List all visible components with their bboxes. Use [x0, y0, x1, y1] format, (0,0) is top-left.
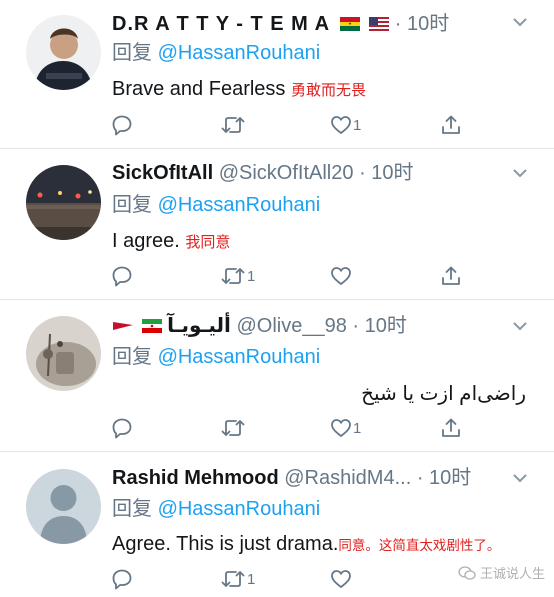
mention-link[interactable]: @HassanRouhani	[158, 498, 321, 520]
share-icon	[442, 418, 460, 437]
translation-annotation: 勇敢而无畏	[290, 81, 366, 99]
share-icon	[442, 115, 460, 134]
tweet-text-content: I agree.	[112, 230, 180, 252]
tweet-actions: 1	[0, 415, 554, 441]
reply-icon	[112, 569, 132, 590]
reply-button[interactable]	[111, 566, 134, 592]
usa-flag-icon	[369, 13, 390, 31]
reply-button[interactable]	[111, 263, 134, 289]
reply-button[interactable]	[111, 415, 134, 441]
separator: ·	[359, 162, 366, 184]
retweet-icon	[221, 117, 245, 133]
reply-icon	[112, 418, 132, 439]
tweet-3[interactable]: أليـويـآ @Olive__98 · 10时 回复 @HassanRouh…	[0, 300, 554, 450]
reply-icon	[112, 115, 132, 136]
wechat-icon	[458, 565, 476, 580]
timestamp[interactable]: 10时	[365, 315, 407, 337]
translation-annotation: 我同意	[185, 233, 231, 251]
reply-context: 回复 @HassanRouhani	[112, 345, 320, 369]
reply-context: 回复 @HassanRouhani	[112, 41, 320, 65]
watermark: 王诚说人生	[458, 563, 545, 582]
reply-label: 回复	[112, 194, 152, 216]
user-handle[interactable]: @RashidM4...	[284, 467, 411, 489]
heart-icon	[331, 267, 351, 285]
share-button[interactable]	[440, 415, 462, 441]
reply-label: 回复	[112, 42, 152, 64]
mention-link[interactable]: @HassanRouhani	[158, 42, 321, 64]
avatar[interactable]	[26, 165, 101, 240]
avatar[interactable]	[26, 469, 101, 544]
retweet-icon	[221, 420, 245, 436]
avatar[interactable]	[26, 316, 101, 391]
reply-button[interactable]	[111, 112, 134, 138]
like-button[interactable]	[330, 263, 353, 289]
retweet-icon	[221, 268, 245, 284]
like-button[interactable]	[330, 566, 353, 592]
reply-context: 回复 @HassanRouhani	[112, 497, 320, 521]
retweet-count: 1	[247, 267, 256, 285]
iran-flag-icon	[141, 315, 162, 333]
retweet-count: 1	[247, 570, 256, 588]
tweet-actions: 1	[0, 112, 554, 138]
heart-icon	[331, 116, 351, 134]
tweet-header: أليـويـآ @Olive__98 · 10时	[112, 314, 407, 338]
tweet-text-content: Agree. This is just drama.	[112, 533, 339, 555]
tweet-header: SickOfItAll @SickOfItAll20 · 10时	[112, 161, 414, 185]
reply-context: 回复 @HassanRouhani	[112, 193, 320, 217]
retweet-button[interactable]: 1	[220, 566, 255, 592]
tweet-text: راضی‌ام ازت یا شیخ	[300, 382, 526, 406]
reply-icon	[112, 266, 132, 287]
reply-label: 回复	[112, 346, 152, 368]
like-count: 1	[353, 419, 362, 437]
display-name[interactable]: D.R A T T Y - T E M A	[112, 13, 330, 35]
tweet-header: D.R A T T Y - T E M A · 10时	[112, 12, 449, 36]
tweet-text-content: Brave and Fearless	[112, 78, 286, 100]
mention-link[interactable]: @HassanRouhani	[158, 346, 321, 368]
user-handle[interactable]: @Olive__98	[236, 315, 346, 337]
chevron-down-icon[interactable]	[512, 470, 528, 488]
display-name[interactable]: SickOfItAll	[112, 162, 213, 184]
translation-annotation: 同意。这简直太戏剧性了。	[338, 538, 501, 554]
display-name[interactable]: أليـويـآ	[167, 315, 231, 337]
share-icon	[442, 266, 460, 285]
tweet-text: Brave and Fearless 勇敢而无畏	[112, 77, 366, 102]
tweet-header: Rashid Mehmood @RashidM4... · 10时	[112, 466, 471, 490]
tweet-text: I agree. 我同意	[112, 229, 230, 254]
timestamp[interactable]: 10时	[407, 13, 449, 35]
reply-label: 回复	[112, 498, 152, 520]
separator: ·	[416, 467, 424, 489]
avatar[interactable]	[26, 15, 101, 90]
user-handle[interactable]: @SickOfItAll20	[219, 162, 354, 184]
chevron-down-icon[interactable]	[512, 14, 528, 32]
mention-link[interactable]: @HassanRouhani	[158, 194, 321, 216]
retweet-icon	[221, 571, 245, 587]
separator: ·	[394, 13, 402, 35]
share-button[interactable]	[440, 263, 462, 289]
tweet-text-content: راضی‌ام ازت یا شیخ	[361, 383, 526, 405]
separator: ·	[352, 315, 360, 337]
chevron-down-icon[interactable]	[512, 318, 528, 336]
tweet-1[interactable]: D.R A T T Y - T E M A · 10时 回复 @HassanRo…	[0, 0, 554, 148]
retweet-button[interactable]	[220, 112, 247, 138]
timestamp[interactable]: 10时	[429, 467, 471, 489]
heart-icon	[331, 419, 351, 437]
tweet-actions: 1	[0, 263, 554, 289]
tweet-text: Agree. This is just drama.同意。这简直太戏剧性了。	[112, 532, 500, 558]
share-button[interactable]	[440, 112, 462, 138]
default-profile-icon	[26, 469, 101, 544]
watermark-text: 王诚说人生	[480, 566, 546, 581]
like-button[interactable]: 1	[330, 415, 361, 441]
display-name[interactable]: Rashid Mehmood	[112, 467, 279, 489]
tweet-2[interactable]: SickOfItAll @SickOfItAll20 · 10时 回复 @Has…	[0, 149, 554, 299]
heart-icon	[331, 570, 351, 588]
like-count: 1	[353, 116, 362, 134]
red-flag-icon	[112, 315, 133, 330]
timestamp[interactable]: 10时	[371, 162, 413, 184]
retweet-button[interactable]: 1	[220, 263, 255, 289]
retweet-button[interactable]	[220, 415, 247, 441]
like-button[interactable]: 1	[330, 112, 361, 138]
ghana-flag-icon	[339, 13, 360, 31]
chevron-down-icon[interactable]	[512, 165, 528, 183]
